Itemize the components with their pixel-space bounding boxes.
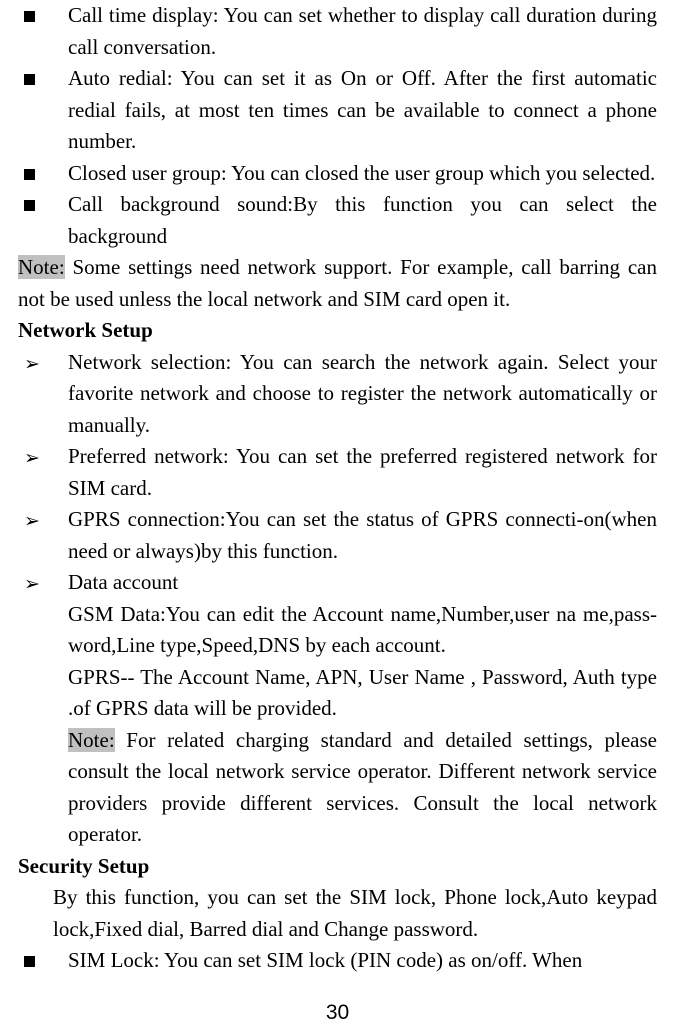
gprs-data-text: GPRS-- The Account Name, APN, User Name … [18, 662, 657, 725]
bullet-text: Call background sound:By this function y… [68, 189, 657, 252]
arrow-text: Preferred network: You can set the prefe… [68, 441, 657, 504]
bullet-item: Call background sound:By this function y… [18, 189, 657, 252]
square-bullet-icon [18, 189, 68, 252]
arrow-text: Data account [68, 567, 657, 599]
arrow-bullet-icon: ➢ [18, 347, 68, 442]
bullet-item: Call time display: You can set whether t… [18, 0, 657, 63]
square-bullet-icon [18, 63, 68, 158]
note-label: Note: [18, 255, 65, 279]
section-heading-security: Security Setup [18, 851, 657, 883]
arrow-bullet-icon: ➢ [18, 504, 68, 567]
bullet-text: Closed user group: You can closed the us… [68, 158, 657, 190]
page-content: Call time display: You can set whether t… [18, 0, 657, 977]
bullet-item: SIM Lock: You can set SIM lock (PIN code… [18, 945, 657, 977]
arrow-item: ➢ Network selection: You can search the … [18, 347, 657, 442]
arrow-bullet-icon: ➢ [18, 441, 68, 504]
arrow-item: ➢ Preferred network: You can set the pre… [18, 441, 657, 504]
bullet-text: Auto redial: You can set it as On or Off… [68, 63, 657, 158]
square-bullet-icon [18, 0, 68, 63]
square-bullet-icon [18, 945, 68, 977]
note-paragraph: Note: For related charging standard and … [18, 725, 657, 851]
note-paragraph: Note: Some settings need network support… [18, 252, 657, 315]
page-number: 30 [0, 997, 675, 1029]
bullet-item: Closed user group: You can closed the us… [18, 158, 657, 190]
arrow-item: ➢ GPRS connection:You can set the status… [18, 504, 657, 567]
bullet-text: SIM Lock: You can set SIM lock (PIN code… [68, 945, 657, 977]
security-intro-text: By this function, you can set the SIM lo… [18, 882, 657, 945]
arrow-bullet-icon: ➢ [18, 567, 68, 599]
bullet-item: Auto redial: You can set it as On or Off… [18, 63, 657, 158]
arrow-text: Network selection: You can search the ne… [68, 347, 657, 442]
arrow-item: ➢ Data account [18, 567, 657, 599]
note-text: For related charging standard and detail… [68, 728, 657, 847]
gsm-data-text: GSM Data:You can edit the Account name,N… [18, 599, 657, 662]
arrow-text: GPRS connection:You can set the status o… [68, 504, 657, 567]
square-bullet-icon [18, 158, 68, 190]
section-heading-network: Network Setup [18, 315, 657, 347]
note-label: Note: [68, 728, 115, 752]
note-text: Some settings need network support. For … [18, 255, 657, 311]
bullet-text: Call time display: You can set whether t… [68, 0, 657, 63]
